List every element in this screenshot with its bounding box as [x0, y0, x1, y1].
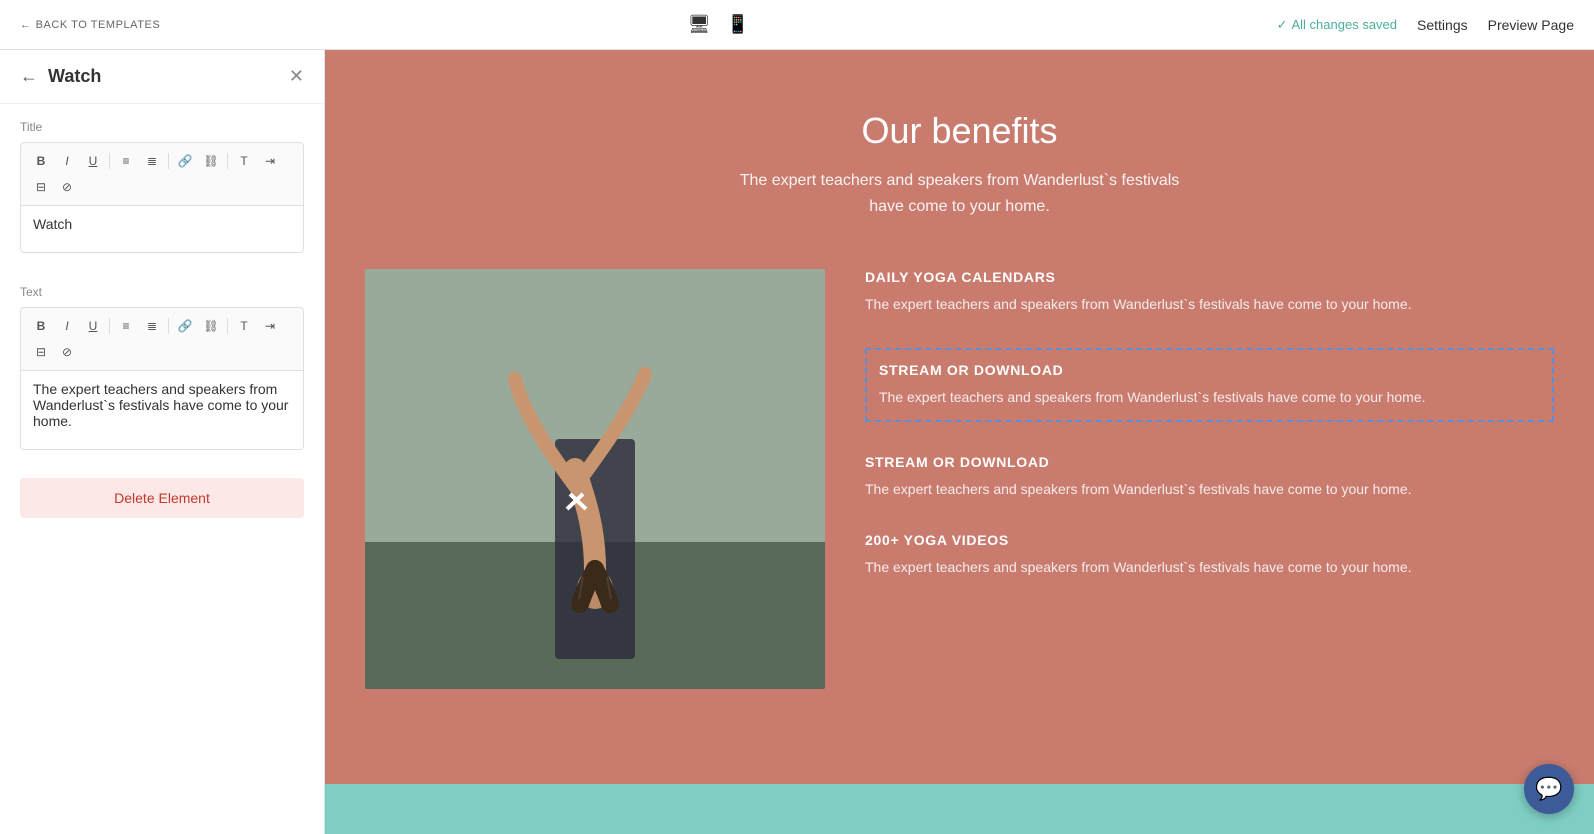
- text-editor-toolbar: B I U ≡ ≣ 🔗 ⛓ T ⇥ ⊟ ⊘: [20, 307, 304, 370]
- main-layout: ← Watch ✕ Title B I U ≡ ≣ 🔗 ⛓ T ⇥ ⊟: [0, 50, 1594, 834]
- title-editor-input[interactable]: Watch: [20, 205, 304, 253]
- panel-header: ← Watch ✕: [0, 50, 324, 104]
- section-heading: Our benefits: [365, 110, 1554, 152]
- checkmark-icon: ✓: [1277, 17, 1288, 33]
- text-italic-button[interactable]: I: [55, 314, 79, 338]
- text-format-button[interactable]: T: [232, 314, 256, 338]
- canvas-area: Our benefits The expert teachers and spe…: [325, 50, 1594, 834]
- chat-bubble-button[interactable]: 💬: [1524, 764, 1574, 814]
- text-section: Text B I U ≡ ≣ 🔗 ⛓ T ⇥ ⊟ ⊘ The expert te…: [0, 269, 324, 466]
- text-align-left-button[interactable]: ≡: [114, 314, 138, 338]
- title-center-button[interactable]: ⊟: [29, 175, 53, 199]
- benefit-text-4: The expert teachers and speakers from Wa…: [865, 556, 1554, 578]
- benefit-item-3[interactable]: STREAM OR DOWNLOAD The expert teachers a…: [865, 454, 1554, 500]
- title-bold-button[interactable]: B: [29, 149, 53, 173]
- benefits-layout: DAILY YOGA CALENDARS The expert teachers…: [365, 269, 1554, 689]
- text-link-button[interactable]: 🔗: [173, 314, 197, 338]
- left-panel: ← Watch ✕ Title B I U ≡ ≣ 🔗 ⛓ T ⇥ ⊟: [0, 50, 325, 834]
- text-toolbar-sep-1: [109, 318, 110, 334]
- text-indent-button[interactable]: ⇥: [258, 314, 282, 338]
- text-clear-button[interactable]: ⊘: [55, 340, 79, 364]
- desktop-view-icon[interactable]: 🖥: [688, 14, 711, 35]
- benefit-item-4[interactable]: 200+ YOGA VIDEOS The expert teachers and…: [865, 532, 1554, 578]
- title-unlink-button[interactable]: ⛓: [199, 149, 223, 173]
- title-section: Title B I U ≡ ≣ 🔗 ⛓ T ⇥ ⊟ ⊘ Watch: [0, 104, 324, 269]
- panel-close-button[interactable]: ✕: [289, 66, 304, 87]
- back-to-templates-button[interactable]: ← BACK TO TEMPLATES: [20, 19, 160, 31]
- page-footer-section: [325, 784, 1594, 834]
- topbar-center: 🖥 📱: [688, 14, 749, 35]
- toolbar-sep-3: [227, 153, 228, 169]
- text-list-button[interactable]: ≣: [140, 314, 164, 338]
- title-indent-button[interactable]: ⇥: [258, 149, 282, 173]
- benefit-item-1[interactable]: DAILY YOGA CALENDARS The expert teachers…: [865, 269, 1554, 315]
- mobile-view-icon[interactable]: 📱: [727, 14, 749, 35]
- text-bold-button[interactable]: B: [29, 314, 53, 338]
- preview-page-button[interactable]: Preview Page: [1488, 17, 1574, 33]
- text-label: Text: [20, 285, 304, 299]
- toolbar-sep-2: [168, 153, 169, 169]
- title-format-button[interactable]: T: [232, 149, 256, 173]
- toolbar-sep-1: [109, 153, 110, 169]
- title-clear-button[interactable]: ⊘: [55, 175, 79, 199]
- benefits-section: Our benefits The expert teachers and spe…: [325, 50, 1594, 784]
- chat-icon: 💬: [1535, 776, 1562, 802]
- yoga-image: [365, 269, 825, 689]
- title-link-button[interactable]: 🔗: [173, 149, 197, 173]
- benefit-title-3: STREAM OR DOWNLOAD: [865, 454, 1554, 470]
- title-underline-button[interactable]: U: [81, 149, 105, 173]
- text-toolbar-sep-3: [227, 318, 228, 334]
- text-editor-input[interactable]: The expert teachers and speakers from Wa…: [20, 370, 304, 450]
- text-unlink-button[interactable]: ⛓: [199, 314, 223, 338]
- panel-back-button[interactable]: ←: [20, 66, 38, 87]
- title-editor-toolbar: B I U ≡ ≣ 🔗 ⛓ T ⇥ ⊟ ⊘: [20, 142, 304, 205]
- panel-title: Watch: [48, 66, 101, 87]
- benefit-text-2: The expert teachers and speakers from Wa…: [879, 386, 1540, 408]
- section-subtext: The expert teachers and speakers from Wa…: [365, 168, 1554, 219]
- text-center-button[interactable]: ⊟: [29, 340, 53, 364]
- text-underline-button[interactable]: U: [81, 314, 105, 338]
- text-toolbar-sep-2: [168, 318, 169, 334]
- title-label: Title: [20, 120, 304, 134]
- topbar-left: ← BACK TO TEMPLATES: [20, 19, 160, 31]
- benefit-text-1: The expert teachers and speakers from Wa…: [865, 293, 1554, 315]
- topbar: ← BACK TO TEMPLATES 🖥 📱 ✓ All changes sa…: [0, 0, 1594, 50]
- benefit-item-2[interactable]: STREAM OR DOWNLOAD The expert teachers a…: [865, 348, 1554, 422]
- benefits-list: DAILY YOGA CALENDARS The expert teachers…: [865, 269, 1554, 579]
- benefit-title-2: STREAM OR DOWNLOAD: [879, 362, 1540, 378]
- title-list-button[interactable]: ≣: [140, 149, 164, 173]
- yoga-figure-svg: [495, 329, 695, 629]
- changes-saved-status: ✓ All changes saved: [1277, 17, 1397, 33]
- delete-element-button[interactable]: Delete Element: [20, 478, 304, 518]
- benefit-title-4: 200+ YOGA VIDEOS: [865, 532, 1554, 548]
- benefit-text-3: The expert teachers and speakers from Wa…: [865, 478, 1554, 500]
- benefit-item-2-selected-wrapper: STREAM OR DOWNLOAD The expert teachers a…: [865, 348, 1554, 422]
- title-italic-button[interactable]: I: [55, 149, 79, 173]
- title-align-left-button[interactable]: ≡: [114, 149, 138, 173]
- topbar-right: ✓ All changes saved Settings Preview Pag…: [1277, 17, 1574, 33]
- benefit-title-1: DAILY YOGA CALENDARS: [865, 269, 1554, 285]
- settings-button[interactable]: Settings: [1417, 17, 1468, 33]
